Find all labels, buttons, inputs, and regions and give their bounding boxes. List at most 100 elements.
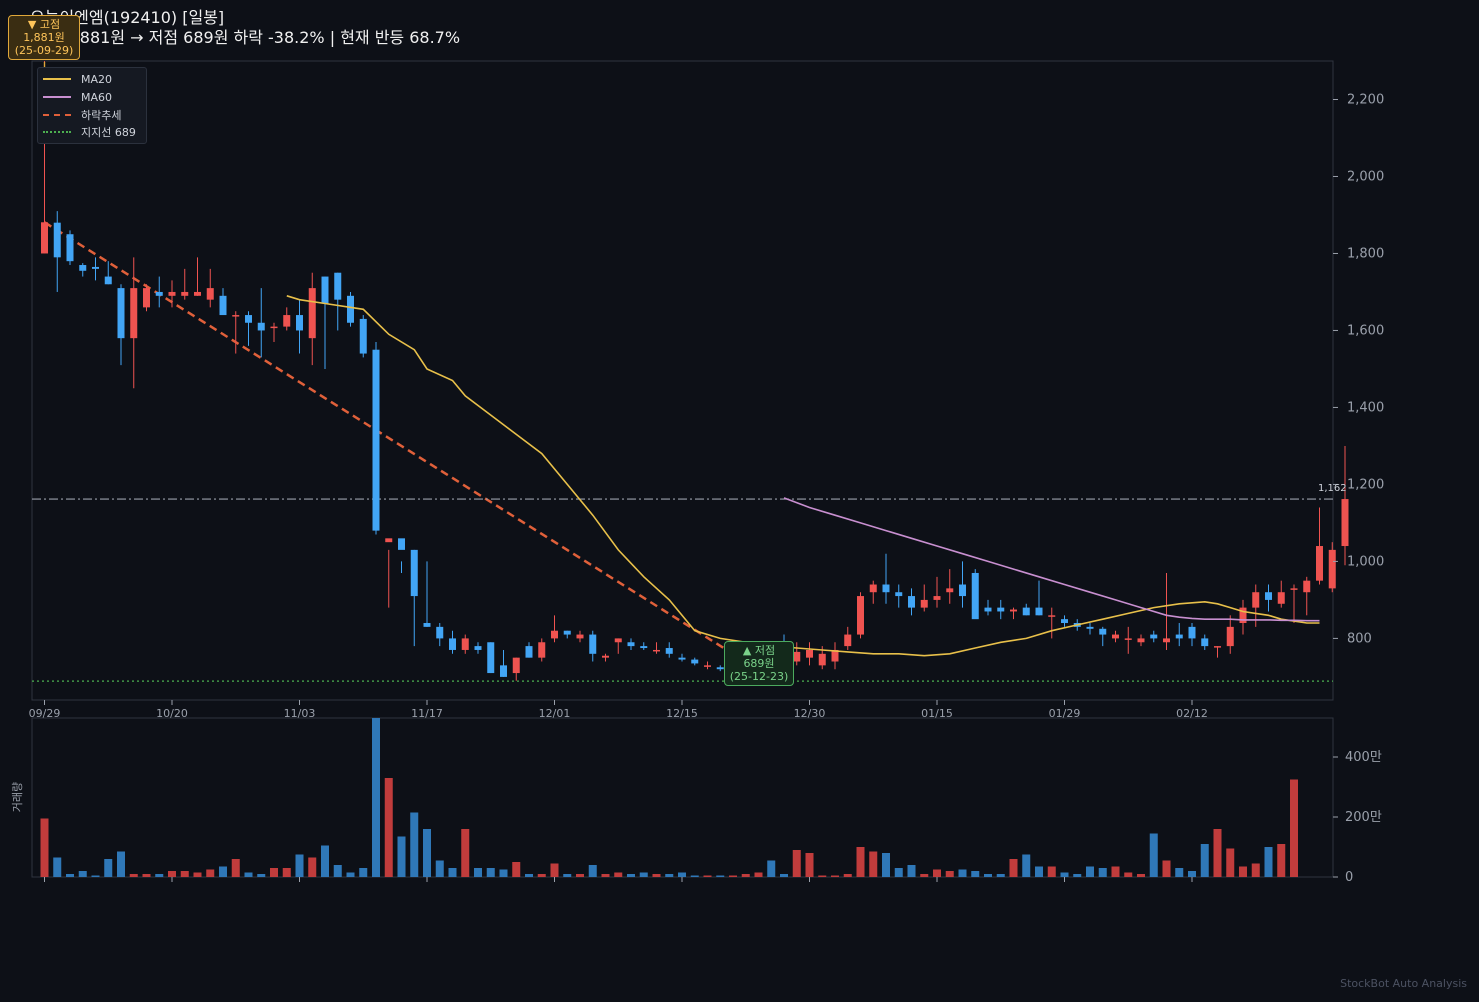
volume-bar (1277, 844, 1286, 877)
volume-bar (435, 860, 444, 877)
candle-body (563, 630, 571, 635)
candle-body (1316, 546, 1323, 581)
candle-body (461, 638, 469, 650)
candle-body (920, 599, 928, 608)
legend-label-support: 지지선 689 (81, 126, 136, 139)
candle-body (117, 288, 125, 339)
candle-body (194, 291, 201, 296)
candle-body (627, 642, 635, 647)
candle-body (168, 291, 176, 296)
candle-body (806, 649, 813, 658)
candle-body (500, 665, 507, 677)
title-line-2: 고점 1,881원 → 저점 689원 하락 -38.2% | 현재 반등 68… (30, 28, 461, 47)
volume-bar (996, 874, 1005, 877)
volume-bar (907, 865, 916, 877)
volume-bar (537, 874, 546, 877)
candle-body (984, 607, 992, 612)
price-y-tick-label: 2,200 (1347, 92, 1384, 107)
volume-bar (1226, 848, 1235, 877)
x-tick-label: 01/15 (921, 707, 953, 720)
candle-body (857, 596, 864, 635)
volume-bar (767, 860, 776, 877)
volume-bar (716, 875, 725, 877)
candle-body (959, 584, 966, 597)
volume-bar (372, 718, 380, 877)
volume-bar (754, 872, 763, 877)
legend-swatch-support (43, 131, 71, 133)
x-tick-label: 01/29 (1049, 707, 1081, 720)
candle-body (79, 265, 87, 271)
volume-bar (142, 874, 151, 877)
ma20-line (286, 295, 1320, 657)
volume-bar (563, 874, 572, 877)
candle-body (1201, 638, 1209, 647)
volume-bar (920, 874, 929, 877)
volume-bar (448, 868, 457, 877)
volume-bar (346, 872, 355, 877)
high-date: (25-09-29) (14, 44, 74, 57)
volume-bar (1124, 872, 1133, 877)
candle-body (882, 584, 890, 593)
candle-body (1163, 638, 1170, 643)
volume-bar (270, 868, 278, 877)
candle-body (1086, 626, 1094, 629)
candle-body (844, 634, 852, 647)
high-point-callout: ▼ 고점 1,881원 (25-09-29) (8, 15, 80, 60)
candle-body (219, 295, 227, 316)
candle-body (1328, 549, 1336, 589)
volume-bar (690, 875, 699, 877)
volume-bar (933, 869, 941, 877)
candle-body (1226, 626, 1234, 647)
volume-bar (1290, 779, 1298, 877)
volume-bar (729, 875, 737, 877)
candle-body (946, 588, 954, 593)
volume-bar (1175, 868, 1184, 877)
x-tick-label: 11/17 (411, 707, 443, 720)
volume-bar (818, 875, 827, 877)
chart-title: 오늘이엔엠(192410) [일봉] 고점 1,881원 → 저점 689원 하… (30, 8, 460, 48)
candle-body (1188, 626, 1196, 639)
volume-bar (308, 857, 317, 877)
volume-bar (410, 812, 419, 877)
candle-body (716, 667, 724, 670)
volume-bar (1035, 866, 1043, 877)
volume-bar (576, 874, 584, 877)
price-y-tick-label: 1,400 (1347, 400, 1384, 415)
candle-body (997, 607, 1005, 612)
candle-body (640, 646, 648, 649)
title-line-1: 오늘이엔엠(192410) [일봉] (30, 8, 225, 27)
low-date: (25-12-23) (729, 670, 789, 683)
volume-bar (1047, 866, 1056, 877)
volume-bar (1149, 833, 1158, 877)
volume-bars-layer (40, 718, 1298, 877)
watermark: StockBot Auto Analysis (1340, 977, 1467, 990)
volume-bar (894, 868, 903, 877)
candle-body (1048, 615, 1056, 617)
candle-body (104, 276, 112, 285)
candle-body (155, 291, 163, 296)
price-y-tick-label: 800 (1347, 631, 1372, 646)
volume-bar (384, 778, 393, 877)
volume-bar (703, 875, 712, 877)
candle-body (602, 655, 609, 658)
candle-body (334, 272, 342, 300)
volume-y-tick-label: 0 (1345, 870, 1353, 885)
moving-average-layer (40, 62, 1320, 674)
volume-bar (91, 875, 100, 877)
resistance-value-label: 1,162 (1318, 483, 1347, 494)
volume-bar (1213, 829, 1222, 877)
volume-bar (639, 872, 648, 877)
volume-bar (780, 874, 788, 877)
volume-bar (869, 851, 878, 877)
candle-body (1265, 592, 1272, 600)
price-y-tick-label: 2,000 (1347, 169, 1384, 184)
x-tick-label: 11/03 (284, 707, 316, 720)
volume-bar (219, 866, 227, 877)
x-tick-label: 12/15 (666, 707, 698, 720)
volume-bar (295, 854, 304, 877)
high-price: 1,881원 (23, 31, 65, 44)
x-tick-label: 12/30 (794, 707, 826, 720)
volume-bar (843, 874, 852, 877)
candle-body (614, 638, 622, 643)
candle-body (347, 295, 354, 323)
